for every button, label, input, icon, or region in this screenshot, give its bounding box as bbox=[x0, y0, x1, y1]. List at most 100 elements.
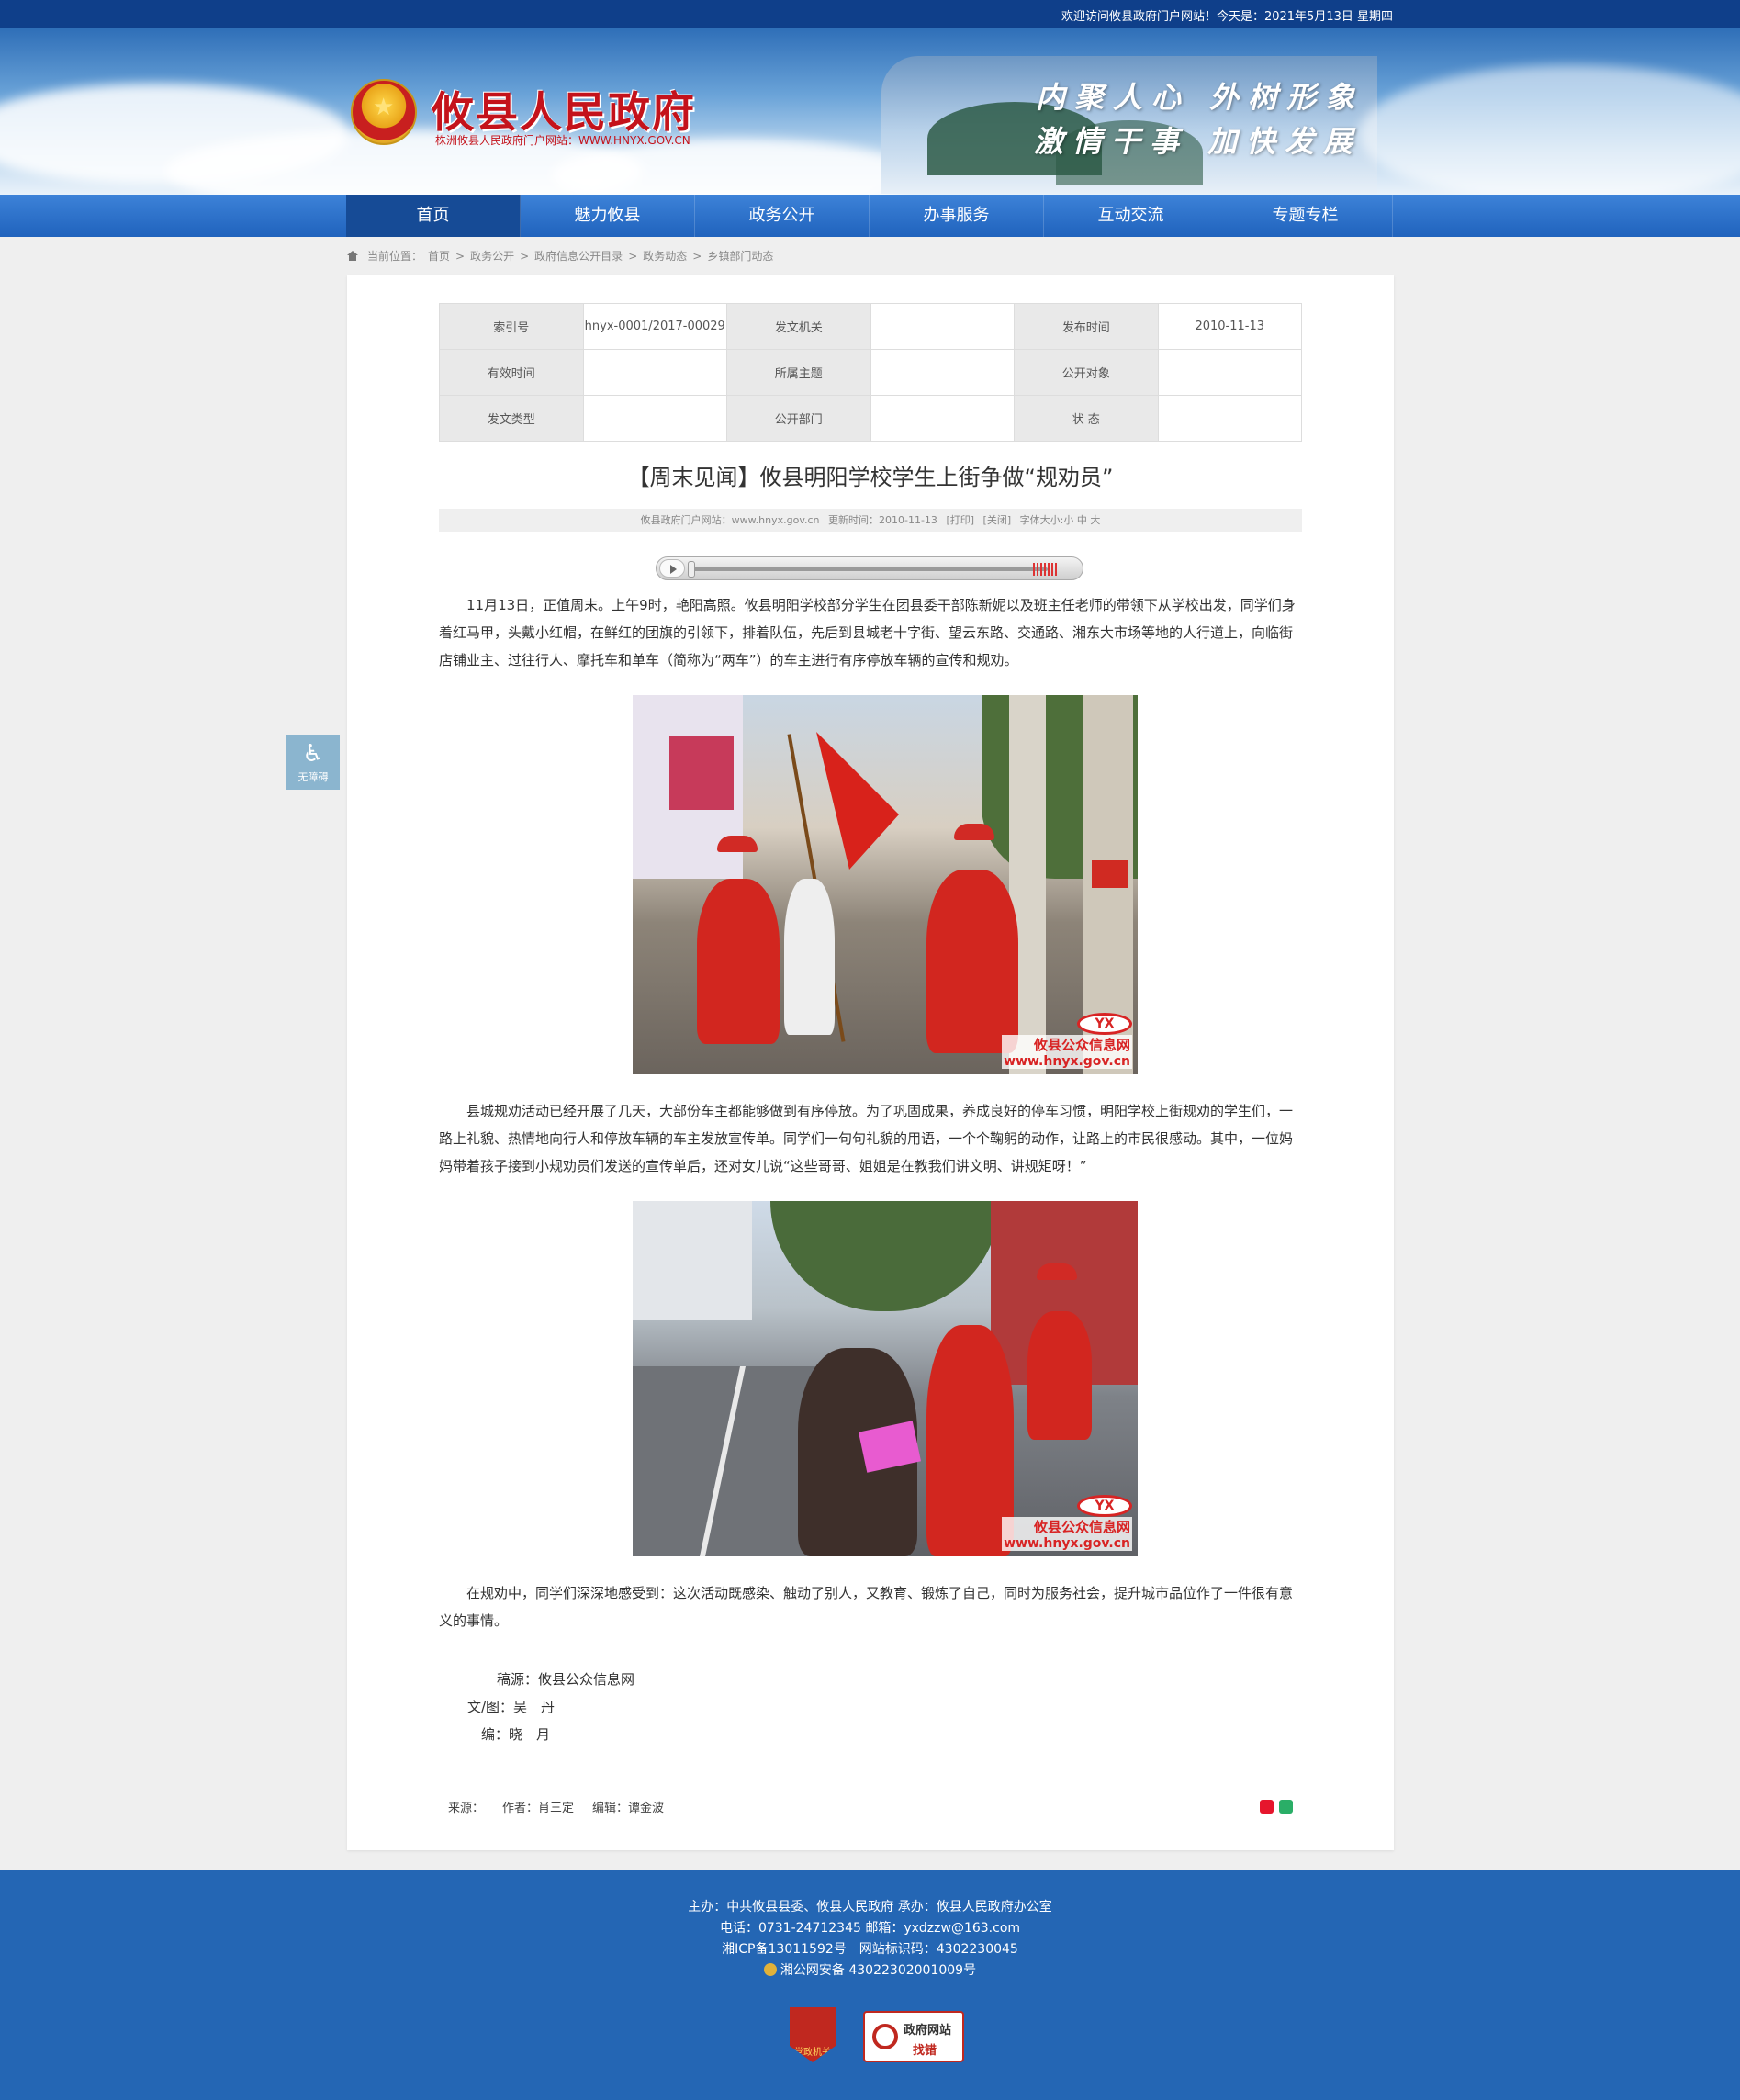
welcome-text: 欢迎访问攸县政府门户网站！今天是：2021年5月13日 星期四 bbox=[1061, 10, 1393, 24]
footer-author: 作者：肖三定 bbox=[502, 1802, 575, 1815]
footer-contact: 电话：0731-24712345 邮箱：yxdzzw@163.com bbox=[719, 1921, 1021, 1936]
home-icon bbox=[347, 251, 358, 261]
play-button[interactable] bbox=[659, 559, 685, 578]
breadcrumb-item-news[interactable]: 政务动态 bbox=[643, 248, 687, 264]
breadcrumb-item-home[interactable]: 首页 bbox=[428, 248, 450, 264]
article-paragraph-3: 在规劝中，同学们深深地感受到：这次活动既感染、触动了别人，又教育、锻炼了自己，同… bbox=[439, 1585, 1294, 1629]
progress-track[interactable] bbox=[690, 567, 1048, 571]
report-error-badge[interactable]: 政府网站 找错 bbox=[863, 2011, 964, 2062]
issuer-value bbox=[870, 303, 1015, 350]
index-label: 索引号 bbox=[439, 303, 584, 350]
watermark: YX 攸县公众信息网 www.hnyx.gov.cn bbox=[1002, 1495, 1132, 1551]
content-panel: 索引号 hnyx-0001/2017-00029 发文机关 发布时间 2010-… bbox=[347, 275, 1394, 1850]
footer-editor: 编辑：谭金波 bbox=[592, 1802, 665, 1815]
watermark-logo: YX bbox=[1077, 1495, 1132, 1517]
update-time: 更新时间：2010-11-13 bbox=[828, 514, 937, 526]
report-error-line1: 政府网站 bbox=[904, 2024, 952, 2038]
national-emblem-icon bbox=[351, 79, 417, 145]
date-label: 发布时间 bbox=[1014, 303, 1159, 350]
wheelchair-icon: ♿ bbox=[302, 740, 324, 768]
magnifier-icon bbox=[872, 2024, 898, 2049]
report-error-line2: 找错 bbox=[913, 2044, 937, 2058]
dept-label: 公开部门 bbox=[726, 395, 871, 442]
nav-item-services[interactable]: 办事服务 bbox=[870, 195, 1044, 237]
breadcrumb-separator: > bbox=[455, 249, 466, 263]
site-title[interactable]: 攸县人民政府 bbox=[432, 79, 696, 140]
tree-shape bbox=[770, 1201, 1000, 1311]
party-gov-badge-label: 党政机关 bbox=[794, 2048, 831, 2058]
breadcrumb-separator: > bbox=[628, 249, 638, 263]
accessibility-button[interactable]: ♿ 无障碍 bbox=[286, 735, 340, 790]
share-bar bbox=[1260, 1800, 1293, 1814]
audience-label: 公开对象 bbox=[1014, 349, 1159, 396]
footer-icp[interactable]: 湘ICP备13011592号 网站标识码：4302230045 bbox=[0, 1939, 1740, 1960]
audio-player bbox=[656, 556, 1083, 580]
watermark-url: www.hnyx.gov.cn bbox=[1002, 1054, 1132, 1069]
article-paragraph-2: 县城规劝活动已经开展了几天，大部份车主都能够做到有序停放。为了巩固成果，养成良好… bbox=[439, 1103, 1294, 1174]
topic-value bbox=[870, 349, 1015, 396]
credit-source: 稿源：攸县公众信息网 bbox=[497, 1671, 635, 1688]
top-bar: 欢迎访问攸县政府门户网站！今天是：2021年5月13日 星期四 bbox=[0, 0, 1740, 28]
footer-source: 来源： bbox=[448, 1802, 485, 1815]
index-value: hnyx-0001/2017-00029 bbox=[582, 303, 727, 350]
article-info-bar: 攸县政府门户网站：www.hnyx.gov.cn 更新时间：2010-11-13… bbox=[439, 509, 1302, 532]
breadcrumb-separator: > bbox=[692, 249, 702, 263]
watermark: YX 攸县公众信息网 www.hnyx.gov.cn bbox=[1002, 1013, 1132, 1069]
nav-item-home[interactable]: 首页 bbox=[346, 195, 521, 237]
audience-value bbox=[1157, 349, 1302, 396]
date-value: 2010-11-13 bbox=[1157, 303, 1302, 350]
student-figure bbox=[697, 879, 780, 1044]
type-label: 发文类型 bbox=[439, 395, 584, 442]
footer-police-record[interactable]: 湘公网安备 43022302001009号 bbox=[0, 1960, 1740, 1982]
header-banner: 攸县人民政府 株洲攸县人民政府门户网站：WWW.HNYX.GOV.CN 内聚人心… bbox=[0, 28, 1740, 195]
billboard-shape bbox=[669, 736, 734, 810]
breadcrumb-item-catalog[interactable]: 政府信息公开目录 bbox=[534, 248, 623, 264]
party-gov-badge[interactable]: 党政机关 bbox=[790, 2007, 836, 2062]
nav-item-charm[interactable]: 魅力攸县 bbox=[521, 195, 695, 237]
main-nav: 首页 魅力攸县 政务公开 办事服务 互动交流 专题专栏 bbox=[0, 195, 1740, 237]
article-title: 【周末见闻】攸县明阳学校学生上街争做“规劝员” bbox=[627, 465, 1114, 490]
validity-label: 有效时间 bbox=[439, 349, 584, 396]
status-label: 状 态 bbox=[1014, 395, 1159, 442]
info-table: 索引号 hnyx-0001/2017-00029 发文机关 发布时间 2010-… bbox=[439, 303, 1302, 442]
credit-author: 文/图：吴 丹 bbox=[467, 1699, 556, 1715]
watermark-name: 攸县公众信息网 bbox=[1002, 1035, 1132, 1054]
student-cap bbox=[717, 836, 758, 852]
nav-item-gov-affairs[interactable]: 政务公开 bbox=[695, 195, 870, 237]
print-link[interactable]: [打印] bbox=[946, 514, 974, 526]
police-badge-icon bbox=[763, 1963, 777, 1976]
nav-item-interaction[interactable]: 互动交流 bbox=[1044, 195, 1218, 237]
article-photo-2: YX 攸县公众信息网 www.hnyx.gov.cn bbox=[633, 1201, 1138, 1556]
student-figure bbox=[1027, 1311, 1092, 1440]
breadcrumb-item-township[interactable]: 乡镇部门动态 bbox=[707, 248, 773, 264]
accessibility-label: 无障碍 bbox=[297, 771, 329, 783]
student-figure bbox=[926, 1325, 1014, 1556]
article-paragraph-1: 11月13日，正值周末。上午9时，艳阳高照。攸县明阳学校部分学生在团县委干部陈新… bbox=[439, 597, 1296, 668]
close-link[interactable]: [关闭] bbox=[983, 514, 1012, 526]
slogan-line-1: 内聚人心 外树形象 bbox=[1036, 80, 1364, 115]
volume-icon[interactable] bbox=[1033, 563, 1057, 576]
validity-value bbox=[582, 349, 727, 396]
cloud-decoration bbox=[1359, 65, 1740, 195]
watermark-logo: YX bbox=[1077, 1013, 1132, 1035]
flag-shape bbox=[816, 732, 899, 870]
wechat-share-icon[interactable] bbox=[1279, 1800, 1293, 1814]
weibo-share-icon[interactable] bbox=[1260, 1800, 1274, 1814]
breadcrumb-separator: > bbox=[520, 249, 530, 263]
type-value bbox=[582, 395, 727, 442]
credit-editor: 编：晓 月 bbox=[481, 1726, 551, 1743]
watermark-url: www.hnyx.gov.cn bbox=[1002, 1536, 1132, 1551]
pole-stripe bbox=[1092, 860, 1128, 888]
source-site: 攸县政府门户网站：www.hnyx.gov.cn bbox=[640, 514, 820, 526]
student-figure bbox=[784, 879, 835, 1035]
watermark-name: 攸县公众信息网 bbox=[1002, 1517, 1132, 1536]
dept-value bbox=[870, 395, 1015, 442]
nav-item-topics[interactable]: 专题专栏 bbox=[1218, 195, 1393, 237]
breadcrumb-item-gov-affairs[interactable]: 政务公开 bbox=[470, 248, 514, 264]
student-cap bbox=[954, 824, 994, 840]
article-footer-meta: 来源： 作者：肖三定 编辑：谭金波 bbox=[448, 1798, 664, 1815]
font-size-control[interactable]: 字体大小:小 中 大 bbox=[1020, 514, 1101, 526]
page-footer: 主办：中共攸县县委、攸县人民政府 承办：攸县人民政府办公室 电话：0731-24… bbox=[0, 1870, 1740, 2100]
progress-handle[interactable] bbox=[688, 561, 695, 578]
status-value bbox=[1157, 395, 1302, 442]
